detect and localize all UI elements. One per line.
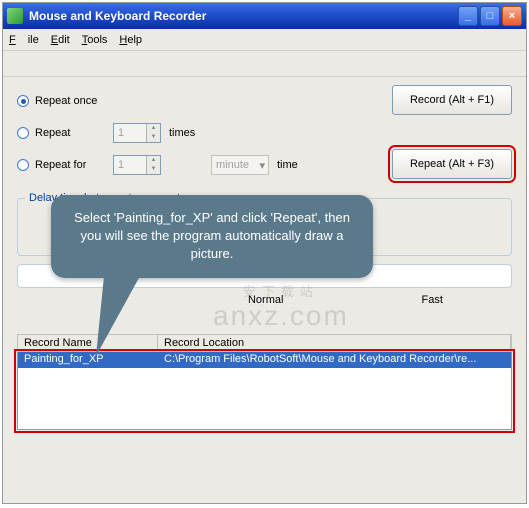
time-unit-combo[interactable]: minute bbox=[211, 155, 269, 175]
maximize-button[interactable]: □ bbox=[480, 6, 500, 26]
spinner-down-icon: ▼ bbox=[146, 133, 160, 142]
app-icon bbox=[7, 8, 23, 24]
repeat-count-spinner[interactable]: 1 ▲▼ bbox=[113, 123, 161, 143]
records-list[interactable]: Painting_for_XP C:\Program Files\RobotSo… bbox=[17, 352, 512, 430]
label-fast: Fast bbox=[422, 294, 443, 306]
label-repeat: Repeat bbox=[35, 127, 113, 139]
minimize-button[interactable]: _ bbox=[458, 6, 478, 26]
spinner-up-icon: ▲ bbox=[146, 156, 160, 165]
tutorial-callout: Select 'Painting_for_XP' and click 'Repe… bbox=[51, 195, 373, 356]
menu-help[interactable]: Help bbox=[119, 34, 142, 46]
menu-file[interactable]: File bbox=[9, 34, 39, 46]
menubar: File Edit Tools Help bbox=[3, 29, 526, 51]
label-time: time bbox=[277, 159, 298, 171]
window-title: Mouse and Keyboard Recorder bbox=[29, 9, 456, 23]
spinner-down-icon: ▼ bbox=[146, 165, 160, 174]
radio-repeat-once[interactable] bbox=[17, 95, 29, 107]
toolstrip bbox=[3, 51, 526, 77]
record-button[interactable]: Record (Alt + F1) bbox=[392, 85, 512, 115]
label-repeat-once: Repeat once bbox=[35, 95, 113, 107]
label-repeat-for: Repeat for bbox=[35, 159, 113, 171]
callout-tail-icon bbox=[78, 276, 140, 356]
menu-edit[interactable]: Edit bbox=[51, 34, 70, 46]
menu-tools[interactable]: Tools bbox=[82, 34, 108, 46]
radio-repeat[interactable] bbox=[17, 127, 29, 139]
label-times: times bbox=[169, 127, 195, 139]
repeat-button[interactable]: Repeat (Alt + F3) bbox=[392, 149, 512, 179]
titlebar: Mouse and Keyboard Recorder _ □ × bbox=[3, 3, 526, 29]
radio-repeat-for[interactable] bbox=[17, 159, 29, 171]
spinner-up-icon: ▲ bbox=[146, 124, 160, 133]
repeat-for-spinner[interactable]: 1 ▲▼ bbox=[113, 155, 161, 175]
close-button[interactable]: × bbox=[502, 6, 522, 26]
callout-text: Select 'Painting_for_XP' and click 'Repe… bbox=[51, 195, 373, 278]
